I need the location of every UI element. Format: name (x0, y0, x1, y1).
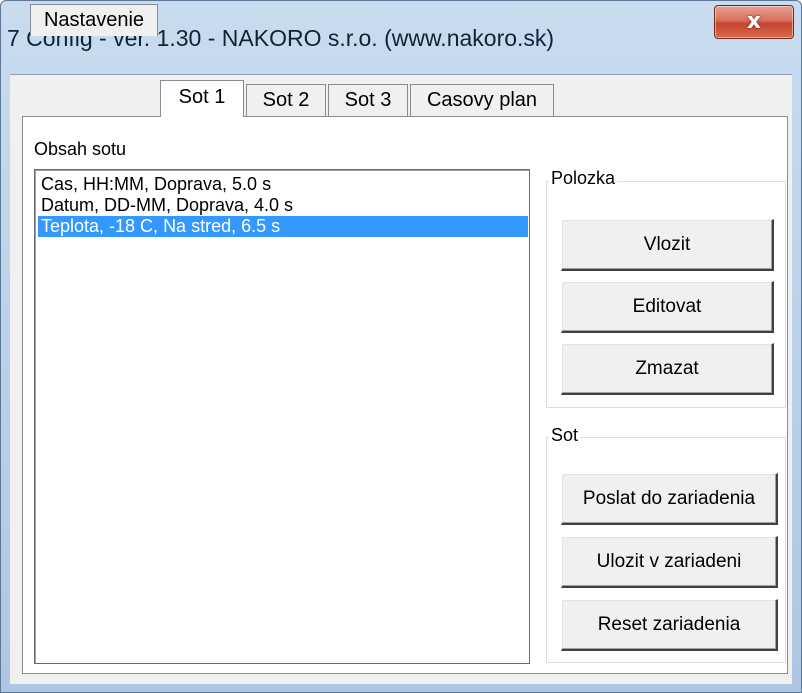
tab-sot-1[interactable]: Sot 1 (160, 80, 244, 117)
reset-device-button[interactable]: Reset zariadenia (561, 599, 778, 651)
list-item[interactable]: Cas, HH:MM, Doprava, 5.0 s (38, 174, 528, 195)
delete-button[interactable]: Zmazat (561, 343, 774, 395)
send-to-device-button[interactable]: Poslat do zariadenia (561, 473, 778, 525)
slot-content-list[interactable]: Cas, HH:MM, Doprava, 5.0 s Datum, DD-MM,… (34, 169, 530, 664)
edit-button[interactable]: Editovat (561, 281, 774, 333)
tab-sot-2[interactable]: Sot 2 (246, 84, 326, 116)
sot-group-title: Sot (549, 425, 581, 446)
polozka-group-title: Polozka (549, 168, 618, 189)
save-on-device-button[interactable]: Ulozit v zariadeni (561, 536, 778, 588)
list-label: Obsah sotu (34, 139, 127, 159)
list-item[interactable]: Datum, DD-MM, Doprava, 4.0 s (38, 195, 528, 216)
insert-button[interactable]: Vlozit (561, 219, 774, 271)
close-icon: x (746, 9, 762, 34)
close-button[interactable]: x (714, 5, 794, 39)
tab-sot-3[interactable]: Sot 3 (328, 84, 408, 116)
tab-nastavenie[interactable]: Nastavenie (30, 4, 158, 36)
tab-casovy-plan[interactable]: Casovy plan (410, 84, 554, 116)
list-item-selected[interactable]: Teplota, -18 C, Na stred, 6.5 s (38, 216, 528, 237)
